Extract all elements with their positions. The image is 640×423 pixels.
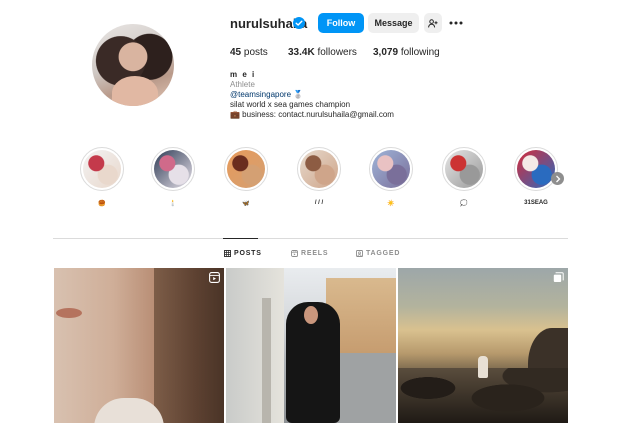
tab-posts[interactable]: POSTS bbox=[224, 250, 262, 257]
highlight-cover-image bbox=[83, 150, 121, 188]
suggested-accounts-button[interactable] bbox=[424, 13, 442, 33]
highlight-cover-ring bbox=[369, 147, 413, 191]
post-image-detail bbox=[154, 268, 224, 423]
post-thumbnail[interactable] bbox=[54, 268, 224, 423]
followers-count[interactable]: 33.4K followers bbox=[288, 47, 357, 58]
highlight-cover-ring bbox=[224, 147, 268, 191]
highlight-label: 🕯️ bbox=[169, 201, 177, 207]
highlight-label: 🥮 bbox=[98, 201, 106, 207]
highlight-label: / / / bbox=[314, 200, 324, 206]
highlight-cover-ring bbox=[442, 147, 486, 191]
following-count-label: following bbox=[400, 47, 440, 58]
more-options-icon[interactable] bbox=[448, 16, 464, 30]
highlight-label: ☀️ bbox=[387, 201, 395, 207]
reels-icon bbox=[291, 250, 298, 257]
highlight-label: 31SEAG bbox=[524, 200, 548, 206]
highlight-item[interactable]: 🦋 bbox=[224, 147, 268, 208]
followers-count-label: followers bbox=[317, 47, 357, 58]
highlight-item[interactable]: 🕯️ bbox=[151, 147, 195, 208]
highlight-cover-image bbox=[517, 150, 555, 188]
verified-badge-icon bbox=[293, 17, 305, 29]
add-user-icon bbox=[428, 18, 438, 27]
highlight-cover-image bbox=[227, 150, 265, 188]
highlight-item[interactable]: 🥮 bbox=[80, 147, 124, 208]
tab-reels[interactable]: REELS bbox=[291, 250, 328, 257]
tab-tagged[interactable]: TAGGED bbox=[356, 250, 400, 257]
mention-link[interactable]: @teamsingapore bbox=[230, 90, 291, 99]
posts-count: 45 posts bbox=[230, 47, 268, 58]
reel-icon bbox=[209, 272, 220, 283]
profile-bio: m e i Athlete @teamsingapore 🥈 silat wor… bbox=[230, 70, 394, 120]
highlight-item[interactable]: 💭 bbox=[442, 147, 486, 208]
active-tab-indicator bbox=[223, 238, 258, 239]
profile-avatar[interactable] bbox=[92, 24, 174, 106]
highlight-cover-image bbox=[445, 150, 483, 188]
category-label: Athlete bbox=[230, 80, 255, 89]
highlight-cover-ring bbox=[514, 147, 558, 191]
post-thumbnail[interactable] bbox=[226, 268, 396, 423]
highlight-cover-image bbox=[154, 150, 192, 188]
highlight-item[interactable]: ☀️ bbox=[369, 147, 413, 208]
highlight-cover-ring bbox=[80, 147, 124, 191]
tab-tagged-label: TAGGED bbox=[366, 250, 401, 257]
post-image-detail bbox=[478, 356, 488, 378]
highlight-cover-image bbox=[372, 150, 410, 188]
tab-reels-label: REELS bbox=[301, 250, 329, 257]
bio-business-line: 💼 business: contact.nurulsuhaila@gmail.c… bbox=[230, 110, 394, 119]
message-button[interactable]: Message bbox=[368, 13, 419, 33]
highlights-next-button[interactable] bbox=[551, 172, 564, 185]
highlight-cover-ring bbox=[297, 147, 341, 191]
post-image-detail bbox=[304, 306, 318, 324]
highlight-cover-ring bbox=[151, 147, 195, 191]
medal-emoji: 🥈 bbox=[293, 90, 304, 99]
post-image-detail bbox=[56, 308, 82, 318]
following-count[interactable]: 3,079 following bbox=[373, 47, 440, 58]
posts-count-value: 45 bbox=[230, 47, 242, 58]
highlight-label: 🦋 bbox=[242, 201, 250, 207]
highlight-cover-image bbox=[300, 150, 338, 188]
post-image-detail bbox=[226, 268, 284, 423]
followers-count-value: 33.4K bbox=[288, 47, 315, 58]
display-name: m e i bbox=[230, 70, 256, 79]
grid-icon bbox=[224, 250, 231, 257]
tabs-divider bbox=[53, 238, 568, 239]
posts-count-label: posts bbox=[243, 47, 268, 58]
follow-button[interactable]: Follow bbox=[318, 13, 364, 33]
following-count-value: 3,079 bbox=[373, 47, 399, 58]
tab-posts-label: POSTS bbox=[234, 250, 262, 257]
bio-line: silat world x sea games champion bbox=[230, 100, 351, 109]
highlight-label: 💭 bbox=[460, 201, 468, 207]
carousel-icon bbox=[553, 272, 564, 282]
post-image-detail bbox=[262, 298, 271, 423]
highlight-item[interactable]: / / / bbox=[297, 147, 341, 208]
tagged-icon bbox=[356, 250, 363, 257]
chevron-right-icon bbox=[555, 175, 560, 182]
post-thumbnail[interactable] bbox=[398, 268, 568, 423]
